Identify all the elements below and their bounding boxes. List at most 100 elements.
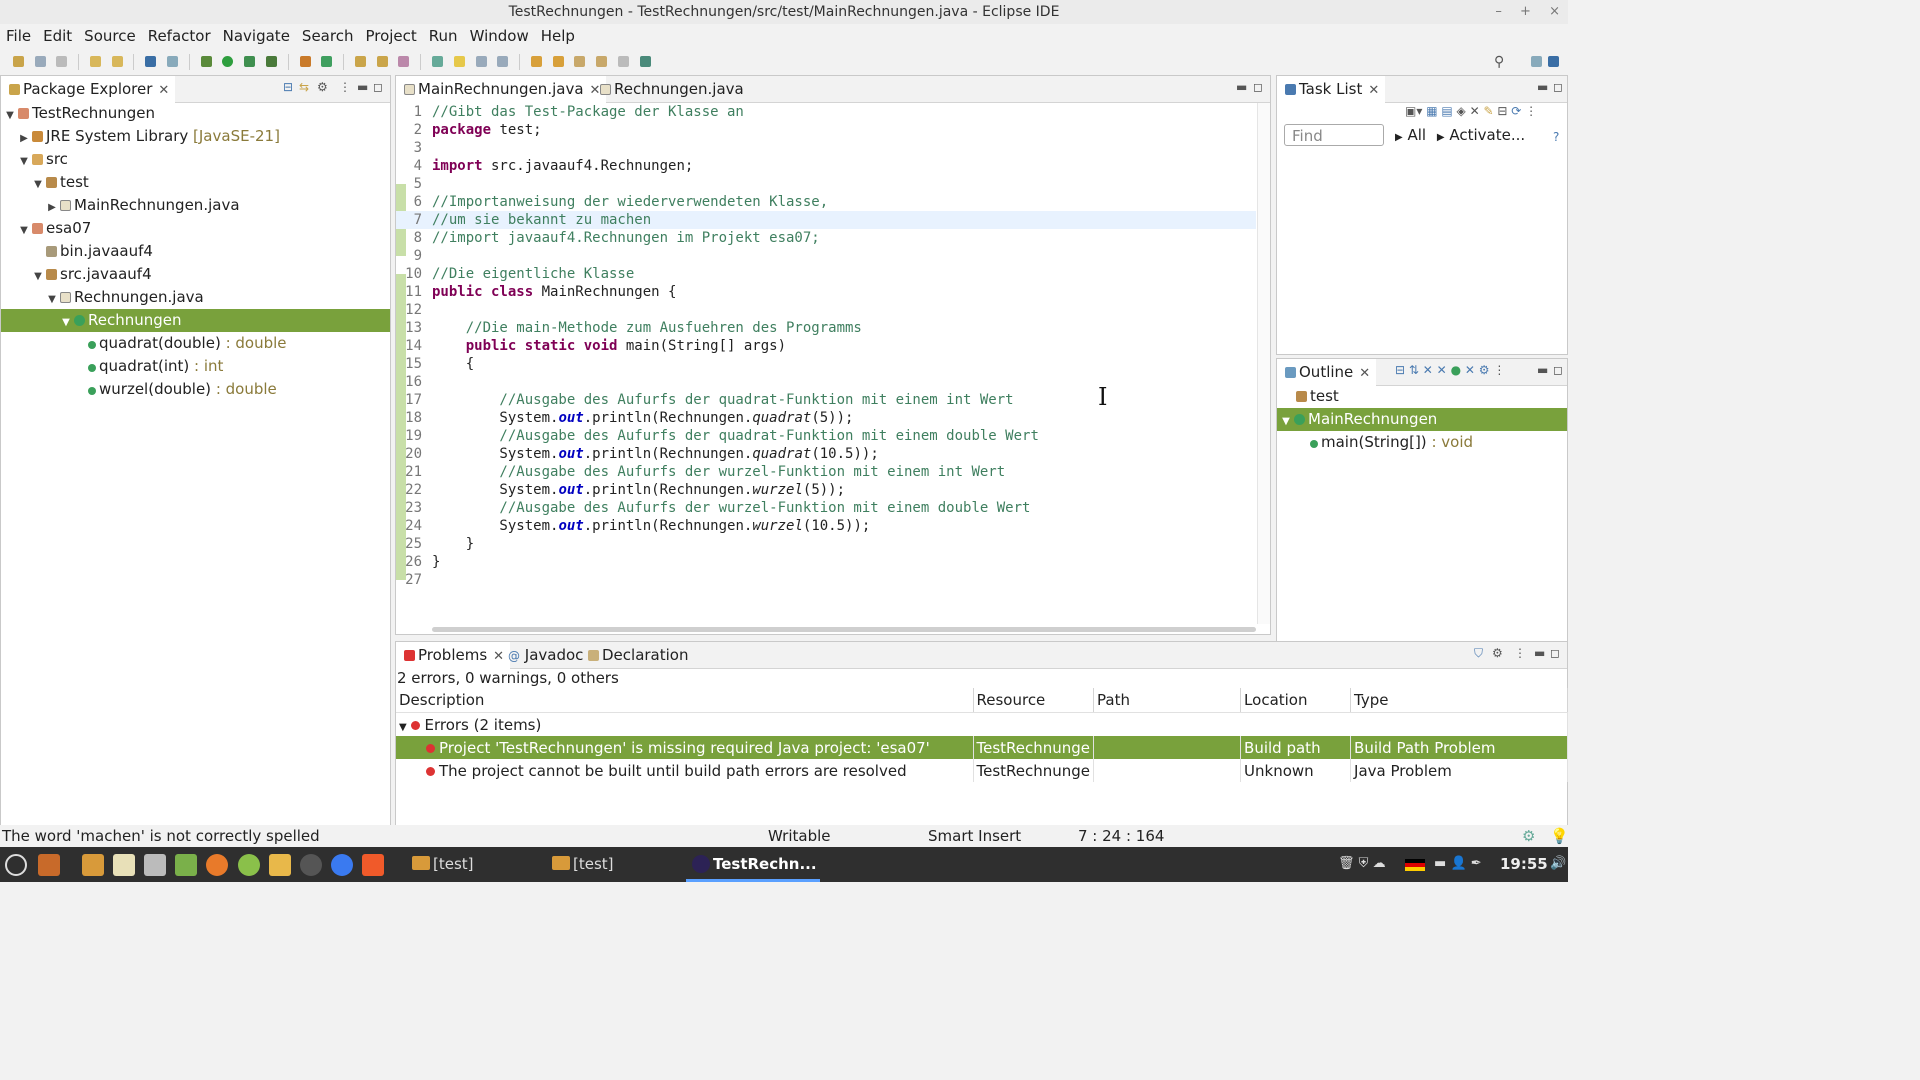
browser-icon[interactable]	[238, 854, 260, 876]
column-resource[interactable]: Resource	[973, 688, 1095, 713]
terminal-icon[interactable]	[145, 56, 157, 67]
hide-non-public-icon[interactable]: ●	[1451, 363, 1461, 377]
task-file-manager-1[interactable]: [test]	[410, 847, 530, 882]
chevron-down-icon[interactable]: ▼	[32, 265, 44, 288]
shield-icon[interactable]: ⛨	[1359, 856, 1369, 871]
tab-mainrechnungen-java[interactable]: MainRechnungen.java ✕	[396, 76, 607, 104]
block-selection-icon[interactable]	[475, 56, 487, 67]
tree-item[interactable]: ▼ TestRechnungen	[1, 102, 390, 125]
tab-package-explorer[interactable]: Package Explorer ✕	[1, 76, 176, 104]
menu-navigate[interactable]: Navigate	[217, 24, 296, 48]
minimize-view-icon[interactable]: ▬	[1537, 80, 1548, 94]
maximize-view-icon[interactable]: ◻	[1553, 80, 1563, 94]
menu-project[interactable]: Project	[359, 24, 422, 48]
chevron-down-icon[interactable]: ▼	[399, 722, 407, 733]
view-menu-icon[interactable]: ⋮	[1493, 363, 1505, 377]
undo-icon[interactable]	[89, 56, 101, 67]
tab-outline[interactable]: Outline ✕	[1277, 359, 1377, 387]
brave-icon[interactable]	[362, 854, 384, 876]
filter-icon[interactable]: ⚙	[317, 80, 328, 94]
coverage-icon[interactable]	[244, 56, 256, 67]
tab-problems[interactable]: Problems ✕	[396, 642, 511, 670]
close-icon[interactable]: ✕	[1359, 366, 1370, 381]
menu-source[interactable]: Source	[78, 24, 142, 48]
chevron-down-icon[interactable]: ▼	[4, 104, 16, 127]
save-icon[interactable]	[34, 56, 46, 67]
forward-icon[interactable]	[618, 56, 629, 67]
search-tool-icon[interactable]	[398, 56, 410, 67]
camera-icon[interactable]	[300, 854, 322, 876]
tree-item[interactable]: ▼ esa07	[1, 217, 390, 240]
chevron-down-icon[interactable]: ▼	[18, 150, 30, 173]
firefox-icon[interactable]	[206, 854, 228, 876]
chevron-down-icon[interactable]: ▼	[18, 219, 30, 242]
file-manager-icon[interactable]	[82, 854, 104, 876]
close-icon[interactable]: ✕	[158, 83, 169, 98]
focus-icon[interactable]: ⚙	[1492, 646, 1503, 660]
tab-declaration[interactable]: Declaration	[580, 642, 694, 668]
all-filter[interactable]: All	[1407, 126, 1426, 144]
activate-link[interactable]: Activate...	[1449, 126, 1525, 144]
menu-search[interactable]: Search	[296, 24, 360, 48]
help-icon[interactable]: ?	[1553, 130, 1559, 144]
filter-icon[interactable]: ⛉	[1474, 646, 1483, 661]
tree-item[interactable]: ▶ JRE System Library [JavaSE-21]	[1, 125, 390, 148]
redo-icon[interactable]	[111, 56, 123, 67]
open-perspective-icon[interactable]	[1531, 56, 1542, 67]
hide-fields-icon[interactable]: ✕	[1423, 363, 1433, 377]
tree-item[interactable]: wurzel(double) : double	[1, 378, 390, 401]
task-eclipse[interactable]: TestRechn...	[686, 847, 820, 882]
categorized-icon[interactable]: ▦	[1426, 104, 1437, 118]
external-tools-icon[interactable]	[265, 56, 277, 67]
minimize-view-icon[interactable]: ▬	[1236, 80, 1247, 94]
open-task-icon[interactable]	[376, 56, 388, 67]
new-java-project-icon[interactable]	[299, 56, 311, 67]
minimize-button[interactable]: –	[1495, 4, 1502, 19]
tree-item[interactable]: ▼ src	[1, 148, 390, 171]
table-row[interactable]: ▼ Errors (2 items)	[396, 712, 1568, 736]
keyboard-layout-flag-icon[interactable]	[1405, 859, 1425, 871]
minimize-view-icon[interactable]: ▬	[1537, 363, 1548, 377]
maximize-view-icon[interactable]: ◻	[373, 80, 383, 94]
tree-item[interactable]: quadrat(double) : double	[1, 332, 390, 355]
pin-editor-icon[interactable]	[639, 56, 651, 67]
close-window-button[interactable]: ×	[1549, 4, 1560, 19]
collapse-icon[interactable]: ✎	[1484, 104, 1494, 118]
collapse-all-icon[interactable]: ⊟	[1395, 363, 1405, 377]
chevron-down-icon[interactable]: ▼	[46, 288, 58, 311]
code-editor[interactable]: 1//Gibt das Test-Package der Klasse an 2…	[396, 103, 1256, 624]
tip-icon[interactable]: 💡	[1550, 825, 1569, 847]
tree-item[interactable]: ▼ test	[1, 171, 390, 194]
previous-annotation-icon[interactable]	[552, 56, 564, 67]
menu-help[interactable]: Help	[535, 24, 581, 48]
tab-rechnungen-java[interactable]: Rechnungen.java	[592, 76, 750, 102]
next-annotation-icon[interactable]	[530, 56, 542, 67]
open-type-icon[interactable]	[354, 56, 366, 67]
spreadsheet-icon[interactable]	[175, 854, 197, 876]
java-perspective-icon[interactable]	[1548, 56, 1559, 67]
tree-item[interactable]: ▼ Rechnungen.java	[1, 286, 390, 309]
user-icon[interactable]: 👤	[1450, 856, 1466, 871]
menu-refactor[interactable]: Refactor	[142, 24, 217, 48]
progress-icon[interactable]: ⚙	[1522, 825, 1535, 847]
debug-icon[interactable]	[200, 56, 212, 67]
chevron-down-icon[interactable]: ▼	[32, 173, 44, 196]
tree-item[interactable]: ▼ src.javaauf4	[1, 263, 390, 286]
hide-completed-icon[interactable]: ◈	[1457, 104, 1466, 118]
maximize-button[interactable]: +	[1520, 4, 1531, 19]
menu-run[interactable]: Run	[423, 24, 464, 48]
text-editor-icon[interactable]	[113, 854, 135, 876]
show-desktop-icon[interactable]	[38, 854, 60, 876]
hide-static-icon[interactable]: ✕	[1437, 363, 1447, 377]
tree-item[interactable]: quadrat(int) : int	[1, 355, 390, 378]
search-icon[interactable]: ⚲	[1494, 54, 1504, 70]
link-with-editor-icon[interactable]: ⇆	[299, 80, 309, 94]
tree-item[interactable]: test	[1277, 385, 1567, 408]
last-edit-icon[interactable]	[574, 56, 586, 67]
column-description[interactable]: Description	[396, 688, 974, 713]
start-menu-icon[interactable]	[5, 854, 27, 876]
maximize-view-icon[interactable]: ◻	[1550, 646, 1560, 660]
sync-icon[interactable]: ⟳	[1511, 104, 1521, 118]
find-input[interactable]: Find	[1284, 124, 1384, 146]
horizontal-scrollbar[interactable]	[432, 627, 1256, 632]
